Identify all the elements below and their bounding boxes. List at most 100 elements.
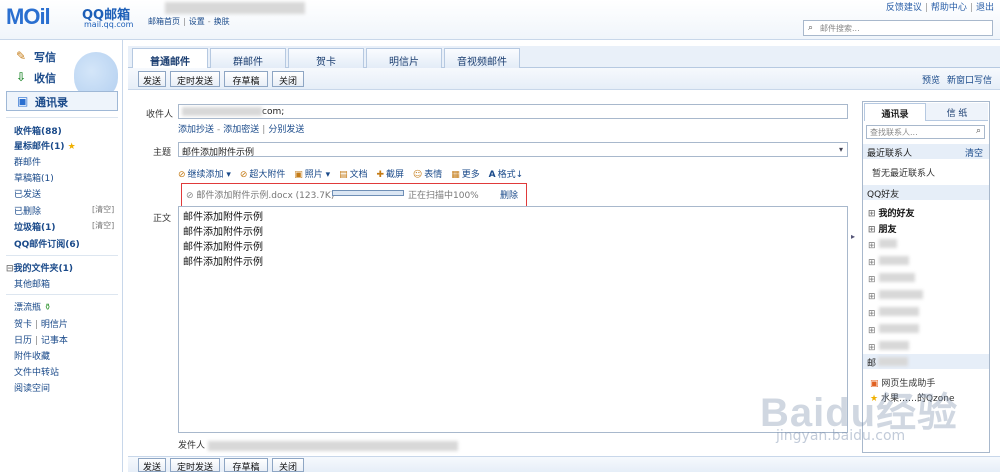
continue-attach-button[interactable]: ⊘ 继续添加 ▾ <box>178 167 231 180</box>
clear-spam-link[interactable]: [清空] <box>92 220 114 231</box>
group-my-friends[interactable]: ⊞ 我的好友 <box>868 206 915 219</box>
tab-normal-mail[interactable]: 普通邮件 <box>132 48 208 69</box>
sender-label: 发件人 <box>178 441 206 451</box>
tab-address-book[interactable]: 通讯录 <box>864 103 926 121</box>
greeting-card-link[interactable]: 贺卡 <box>14 320 32 330</box>
sender-address-blurred[interactable] <box>207 440 458 451</box>
sidebar-item-spam[interactable]: 垃圾箱(1) <box>14 220 56 233</box>
close-button-bottom[interactable]: 关闭 <box>272 458 304 472</box>
close-button[interactable]: 关闭 <box>272 71 304 87</box>
tab-greeting-card[interactable]: 贺卡 <box>288 48 364 68</box>
scheduled-send-button[interactable]: 定时发送 <box>170 71 220 87</box>
sidebar-item-file-transfer[interactable]: 文件中转站 <box>14 365 59 378</box>
subject-field[interactable]: 邮件添加附件示例 ▾ <box>178 142 848 157</box>
collapse-panel-icon[interactable]: ▸ <box>851 232 855 241</box>
group-name-blurred <box>878 307 919 316</box>
sender-row: 发件人 <box>178 438 458 451</box>
more-icon: ▦ <box>451 170 460 180</box>
body-editor[interactable]: 邮件添加附件示例 邮件添加附件示例 邮件添加附件示例 邮件添加附件示例 <box>178 206 848 433</box>
mail-search-input[interactable]: ⌕ 邮件搜索... <box>803 20 993 36</box>
sidebar-item-deleted[interactable]: 已删除 <box>14 204 41 217</box>
screenshot-icon: ✚ <box>376 170 385 180</box>
tab-postcard[interactable]: 明信片 <box>366 48 442 68</box>
delete-attachment-link[interactable]: 删除 <box>500 188 518 201</box>
super-attach-icon: ⊘ <box>239 170 248 180</box>
contact-group-blurred[interactable]: ⊞ <box>868 307 919 319</box>
compose-button[interactable]: ✎ 写信 <box>6 47 118 67</box>
save-draft-button[interactable]: 存草稿 <box>224 71 268 87</box>
document-button[interactable]: ▤ 文档 <box>339 167 368 180</box>
send-button[interactable]: 发送 <box>138 71 166 87</box>
group-name-blurred <box>878 239 897 248</box>
sidebar-divider <box>6 294 118 295</box>
nav-skin-link[interactable]: 换肤 <box>214 17 230 26</box>
contact-group-blurred[interactable]: ⊞ <box>868 256 909 268</box>
group-name-blurred <box>878 341 909 350</box>
save-draft-button-bottom[interactable]: 存草稿 <box>224 458 268 472</box>
sidebar-item-drafts[interactable]: 草稿箱(1) <box>14 171 54 184</box>
contact-group-blurred[interactable]: ⊞ <box>868 239 897 251</box>
pencil-icon: ✎ <box>16 49 27 63</box>
sidebar-item-subscriptions[interactable]: QQ邮件订阅(6) <box>14 237 80 250</box>
body-line: 邮件添加附件示例 <box>183 212 263 223</box>
more-button[interactable]: ▦ 更多 <box>451 167 480 180</box>
preview-link[interactable]: 预览 <box>922 73 940 86</box>
qq-mail-logo[interactable]: MOil <box>6 4 51 30</box>
contact-search-input[interactable]: 查找联系人... ⌕ <box>866 125 985 139</box>
contact-group-blurred[interactable]: ⊞ <box>868 324 919 336</box>
add-cc-link[interactable]: 添加抄送 <box>178 125 214 135</box>
tab-stationery[interactable]: 信 纸 <box>926 103 988 121</box>
tab-group-mail[interactable]: 群邮件 <box>210 48 286 68</box>
attachment-item: ⊘ 邮件添加附件示例.docx (123.7K) <box>186 191 335 201</box>
new-window-compose-link[interactable]: 新窗口写信 <box>947 73 992 86</box>
logo-url: mail.qq.com <box>84 20 134 29</box>
calendar-link[interactable]: 日历 <box>14 336 32 346</box>
sidebar-item-drift-bottle[interactable]: 漂流瓶 ⚱ <box>14 300 51 313</box>
screenshot-button[interactable]: ✚ 截屏 <box>376 167 404 180</box>
star-icon: ★ <box>67 142 76 152</box>
scheduled-send-button-bottom[interactable]: 定时发送 <box>170 458 220 472</box>
sidebar-item-group-mail[interactable]: 群邮件 <box>14 155 41 168</box>
recipient-field[interactable]: com; <box>178 104 848 119</box>
super-attach-button[interactable]: ⊘ 超大附件 <box>240 167 286 180</box>
sidebar-item-calendar: 日历 | 记事本 <box>14 336 68 346</box>
logout-link[interactable]: 退出 <box>976 3 994 13</box>
add-bcc-link[interactable]: 添加密送 <box>223 125 259 135</box>
feedback-link[interactable]: 反馈建议 <box>886 3 922 13</box>
tab-av-mail[interactable]: 音视频邮件 <box>444 48 520 68</box>
emoji-button[interactable]: ☺ 表情 <box>413 167 442 180</box>
sidebar-item-attachments[interactable]: 附件收藏 <box>14 349 50 362</box>
photo-button[interactable]: ▣ 照片 ▾ <box>294 167 330 180</box>
clear-recent-link[interactable]: 清空 <box>965 146 983 159</box>
format-icon: A <box>488 170 496 180</box>
contact-group-blurred[interactable]: ⊞ <box>868 290 923 302</box>
help-link[interactable]: 帮助中心 <box>931 3 967 13</box>
sidebar-item-other-mailbox[interactable]: 其他邮箱 <box>14 277 50 290</box>
group-friends[interactable]: ⊞ 朋友 <box>868 222 897 235</box>
receive-button[interactable]: ⇩ 收信 <box>6 68 118 88</box>
to-label: 收件人 <box>146 110 174 120</box>
nav-settings-link[interactable]: 设置 <box>189 17 205 26</box>
subject-options-icon[interactable]: ▾ <box>839 145 843 154</box>
separate-send-link[interactable]: 分别发送 <box>268 125 304 135</box>
clear-deleted-link[interactable]: [清空] <box>92 204 114 215</box>
expand-icon[interactable]: ⊟ <box>6 264 14 274</box>
expand-icon: ⊞ <box>868 209 876 219</box>
sidebar-item-starred[interactable]: 星标邮件(1) ★ <box>14 139 76 152</box>
inbox-icon: ⇩ <box>16 70 27 84</box>
sidebar-item-my-folders[interactable]: ⊟我的文件夹(1) <box>6 261 73 274</box>
baidu-watermark-url: jingyan.baidu.com <box>776 428 906 444</box>
sidebar-item-reading-space[interactable]: 阅读空间 <box>14 381 50 394</box>
contact-group-blurred[interactable]: ⊞ <box>868 341 909 353</box>
expand-icon: ⊞ <box>868 309 876 319</box>
sidebar-item-inbox[interactable]: 收件箱(88) <box>14 124 62 137</box>
send-button-bottom[interactable]: 发送 <box>138 458 166 472</box>
contacts-button[interactable]: ▣ 通讯录 <box>6 91 118 111</box>
sidebar-item-sent[interactable]: 已发送 <box>14 187 41 200</box>
notepad-link[interactable]: 记事本 <box>41 336 68 346</box>
format-button[interactable]: A 格式↓ <box>489 167 524 180</box>
postcard-link[interactable]: 明信片 <box>41 320 68 330</box>
group-name-blurred <box>878 256 909 265</box>
nav-home-link[interactable]: 邮箱首页 <box>148 17 180 26</box>
contact-group-blurred[interactable]: ⊞ <box>868 273 915 285</box>
